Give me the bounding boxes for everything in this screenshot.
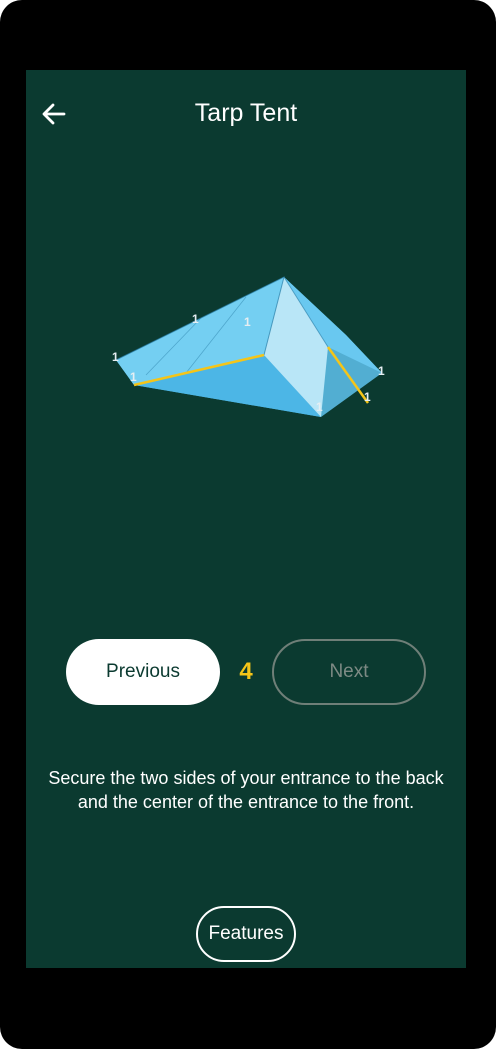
step-number: 4 (239, 658, 253, 685)
step-navigation: Previous 4 Next (26, 639, 466, 705)
anchor-label: 1 (316, 400, 323, 414)
features-button[interactable]: Features (196, 906, 296, 962)
anchor-label: 1 (192, 312, 199, 326)
tarp-tent-illustration: 1 1 1 1 1 1 1 (112, 276, 385, 417)
anchor-label: 1 (364, 390, 371, 404)
anchor-label: 1 (244, 315, 251, 329)
app-bar: Tarp Tent (26, 70, 466, 156)
anchor-label: 1 (130, 370, 137, 384)
anchor-label: 1 (112, 350, 119, 364)
next-button[interactable]: Next (272, 639, 426, 705)
step-instructions: Secure the two sides of your entrance to… (48, 768, 444, 812)
phone-frame: Tarp Tent 1 1 1 1 1 1 1 Previous 4 Next … (0, 0, 496, 1049)
anchor-label: 1 (378, 364, 385, 378)
page-title: Tarp Tent (194, 99, 298, 127)
previous-button[interactable]: Previous (66, 639, 220, 705)
app-screen: Tarp Tent 1 1 1 1 1 1 1 Previous 4 Next … (26, 70, 466, 968)
